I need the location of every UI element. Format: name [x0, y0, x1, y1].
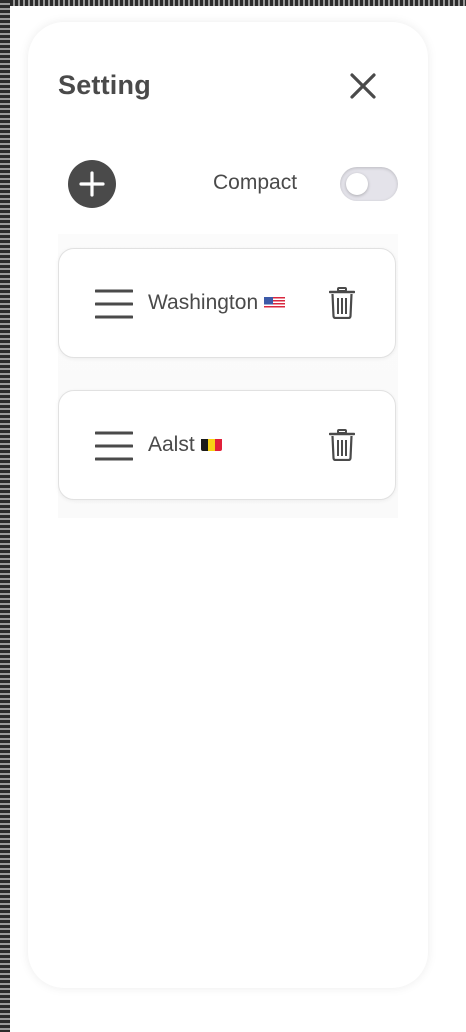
- delete-button[interactable]: [328, 287, 356, 320]
- close-icon: [350, 73, 376, 99]
- compact-label: Compact: [213, 171, 298, 194]
- location-name-text: Washington: [148, 291, 259, 314]
- compact-toggle[interactable]: [340, 167, 398, 201]
- drag-handle[interactable]: [94, 289, 134, 319]
- panel-title: Setting: [58, 70, 151, 100]
- belgium-flag-icon: [200, 436, 222, 451]
- delete-button[interactable]: [328, 429, 356, 462]
- toggle-knob: [346, 173, 368, 195]
- location-card-aalst[interactable]: Aalst: [58, 390, 396, 500]
- location-name-text: Aalst: [148, 433, 195, 456]
- us-flag-icon: [264, 294, 286, 309]
- hamburger-icon: [94, 431, 134, 461]
- hamburger-icon: [94, 289, 134, 319]
- settings-panel: Setting Compact Washington Aalst: [28, 22, 428, 988]
- plus-circle-icon: [79, 171, 105, 197]
- location-name: Aalst: [148, 433, 222, 457]
- location-name: Washington: [148, 291, 286, 315]
- add-location-button[interactable]: [68, 160, 116, 208]
- trash-icon: [328, 287, 356, 320]
- window-border-top: [0, 0, 466, 6]
- location-card-washington[interactable]: Washington: [58, 248, 396, 358]
- trash-icon: [328, 429, 356, 462]
- close-button[interactable]: [344, 67, 382, 105]
- drag-handle[interactable]: [94, 431, 134, 461]
- window-border-left: [0, 0, 10, 1032]
- location-list: Washington Aalst: [58, 234, 398, 518]
